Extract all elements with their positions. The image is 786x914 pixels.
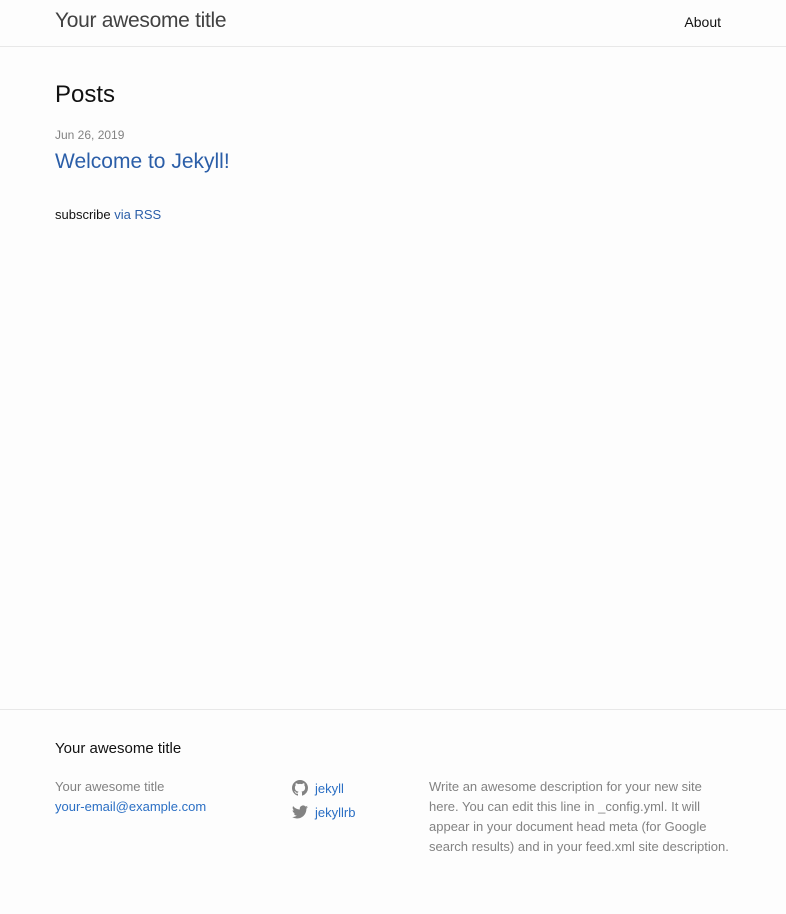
site-footer: Your awesome title Your awesome title yo… (0, 709, 786, 914)
footer-site-name: Your awesome title (55, 779, 165, 794)
rss-subscribe: subscribe via RSS (55, 207, 161, 223)
post-title-link[interactable]: Welcome to Jekyll! (55, 149, 230, 175)
footer-description: Write an awesome description for your ne… (429, 779, 729, 854)
main-content: Posts Jun 26, 2019 Welcome to Jekyll! su… (55, 80, 731, 222)
social-username-github: jekyll (315, 780, 344, 796)
social-link-twitter[interactable]: jekyllrb (292, 800, 355, 824)
footer-heading: Your awesome title (55, 740, 182, 757)
nav-link-about[interactable]: About (684, 13, 721, 31)
github-icon (292, 780, 308, 796)
twitter-icon (292, 804, 308, 820)
rss-link[interactable]: via RSS (114, 207, 161, 222)
footer-contact: Your awesome title your-email@example.co… (55, 777, 206, 817)
page-heading: Posts (55, 81, 116, 108)
rss-prefix: subscribe (55, 207, 111, 222)
footer-social-links: jekyll jekyllrb (292, 776, 355, 824)
social-link-github[interactable]: jekyll (292, 776, 355, 800)
site-header: Your awesome title About (0, 0, 786, 47)
site-title-link[interactable]: Your awesome title (55, 8, 227, 34)
social-username-twitter: jekyllrb (315, 804, 356, 820)
footer-email-link[interactable]: your-email@example.com (55, 797, 206, 817)
post-date: Jun 26, 2019 (55, 128, 125, 142)
